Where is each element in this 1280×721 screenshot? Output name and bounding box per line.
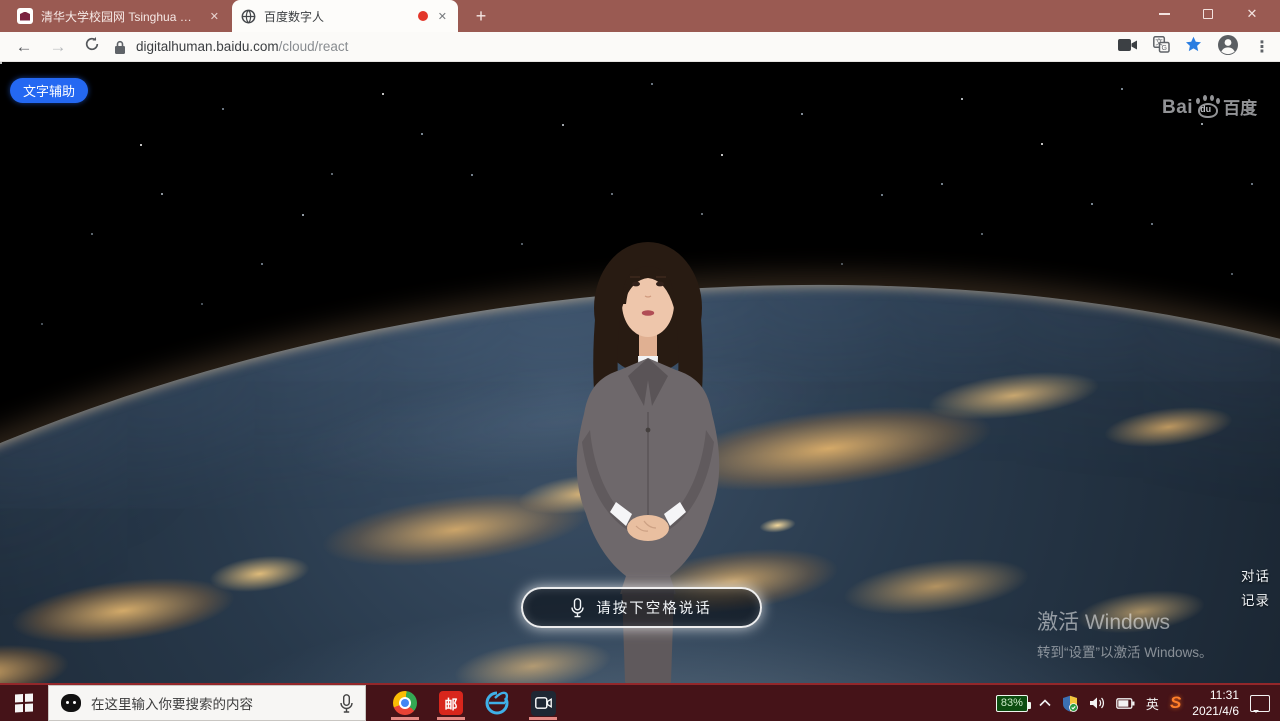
chevron-up-icon[interactable] xyxy=(1039,699,1051,707)
windows-activation-watermark: 激活 Windows 转到“设置”以激活 Windows。 xyxy=(1037,606,1213,661)
close-tab-icon[interactable]: ✕ xyxy=(436,10,449,23)
tab-tsinghua[interactable]: 清华大学校园网 Tsinghua Univ ✕ xyxy=(8,0,230,32)
reload-icon[interactable] xyxy=(80,35,104,59)
start-button[interactable] xyxy=(0,685,48,721)
date-label: 2021/4/6 xyxy=(1192,703,1239,719)
taskbar-app-icons: 邮 xyxy=(382,685,566,721)
tab-digital-human[interactable]: 百度数字人 ✕ xyxy=(232,0,458,32)
search-mic-icon[interactable] xyxy=(340,694,353,713)
side-tab-record[interactable]: 记录 xyxy=(1241,589,1270,609)
close-window-button[interactable]: ✕ xyxy=(1230,0,1274,28)
window-controls: ✕ xyxy=(1142,0,1274,28)
microphone-icon xyxy=(571,598,584,618)
push-to-talk-button[interactable]: 请按下空格说话 xyxy=(521,587,762,628)
watermark-line2: 转到“设置”以激活 Windows。 xyxy=(1037,641,1213,661)
desktop-screen: 清华大学校园网 Tsinghua Univ ✕ 百度数字人 ✕ + ✕ ← → xyxy=(0,0,1280,721)
ime-language-indicator[interactable]: 英 xyxy=(1146,694,1159,713)
windows-logo-icon xyxy=(15,694,33,712)
system-tray: 83% 英 S 11:31 2021/4/6 xyxy=(996,685,1280,721)
browser-menu-icon[interactable]: ⋮ xyxy=(1254,37,1270,57)
push-to-talk-label: 请按下空格说话 xyxy=(596,597,712,618)
side-tab-dialog[interactable]: 对话 xyxy=(1241,565,1270,585)
taskbar-ie-icon[interactable] xyxy=(474,685,520,721)
tab-title: 清华大学校园网 Tsinghua Univ xyxy=(41,8,200,25)
tab-title: 百度数字人 xyxy=(264,8,410,25)
baidu-logo-cjk: 百度 xyxy=(1223,94,1257,119)
volume-icon[interactable] xyxy=(1089,696,1105,710)
baidu-logo-latin: Bai xyxy=(1162,97,1193,119)
toolbar-actions: G文 ⋮ xyxy=(1118,32,1270,62)
tsinghua-favicon-icon xyxy=(17,8,33,24)
bookmark-star-icon[interactable] xyxy=(1185,36,1202,58)
baidu-paw-icon: du xyxy=(1195,95,1221,119)
media-recording-indicator-icon xyxy=(418,11,428,21)
taskbar-chrome-icon[interactable] xyxy=(382,685,428,721)
defender-shield-icon[interactable] xyxy=(1062,695,1078,712)
text-assist-button[interactable]: 文字辅助 xyxy=(10,78,88,103)
close-tab-icon[interactable]: ✕ xyxy=(208,10,221,23)
forward-icon[interactable]: → xyxy=(46,35,70,59)
url-path: /cloud/react xyxy=(279,39,349,54)
url-text[interactable]: digitalhuman.baidu.com/cloud/react xyxy=(136,39,348,54)
time-label: 11:31 xyxy=(1192,687,1239,703)
baidu-logo: Bai du 百度 xyxy=(1162,94,1257,119)
starfield xyxy=(0,62,2,64)
action-center-icon[interactable] xyxy=(1250,695,1270,712)
battery-icon[interactable] xyxy=(1116,698,1135,709)
taskbar-clock[interactable]: 11:31 2021/4/6 xyxy=(1192,687,1239,719)
svg-text:文: 文 xyxy=(1155,37,1163,47)
new-tab-button[interactable]: + xyxy=(468,4,494,28)
back-icon[interactable]: ← xyxy=(12,35,36,59)
tab-capture-camera-icon[interactable] xyxy=(1118,38,1138,57)
profile-avatar[interactable] xyxy=(1217,34,1239,61)
watermark-line1: 激活 Windows xyxy=(1037,606,1213,636)
cortana-icon xyxy=(61,694,81,712)
globe-favicon-icon xyxy=(241,9,256,24)
url-host: digitalhuman.baidu.com xyxy=(136,39,279,54)
browser-tab-bar: 清华大学校园网 Tsinghua Univ ✕ 百度数字人 ✕ + ✕ xyxy=(0,0,1280,32)
maximize-button[interactable] xyxy=(1186,0,1230,28)
digital-human-viewport: 文字辅助 Bai du 百度 请按下空格说话 对话 记录 激活 Windows … xyxy=(0,62,1280,683)
browser-toolbar: ← → digitalhuman.baidu.com/cloud/react G… xyxy=(0,32,1280,62)
translate-icon[interactable]: G文 xyxy=(1153,36,1170,58)
taskbar-camera-app-icon[interactable] xyxy=(520,685,566,721)
taskbar-search-input[interactable]: 在这里输入你要搜索的内容 xyxy=(48,685,366,721)
battery-percent-badge[interactable]: 83% xyxy=(996,695,1028,712)
lock-icon[interactable] xyxy=(114,40,126,60)
windows-taskbar: 在这里输入你要搜索的内容 邮 83% xyxy=(0,683,1280,721)
search-placeholder: 在这里输入你要搜索的内容 xyxy=(91,693,330,713)
taskbar-mail-icon[interactable]: 邮 xyxy=(428,685,474,721)
minimize-button[interactable] xyxy=(1142,0,1186,28)
sogou-input-icon[interactable]: S xyxy=(1170,693,1181,713)
